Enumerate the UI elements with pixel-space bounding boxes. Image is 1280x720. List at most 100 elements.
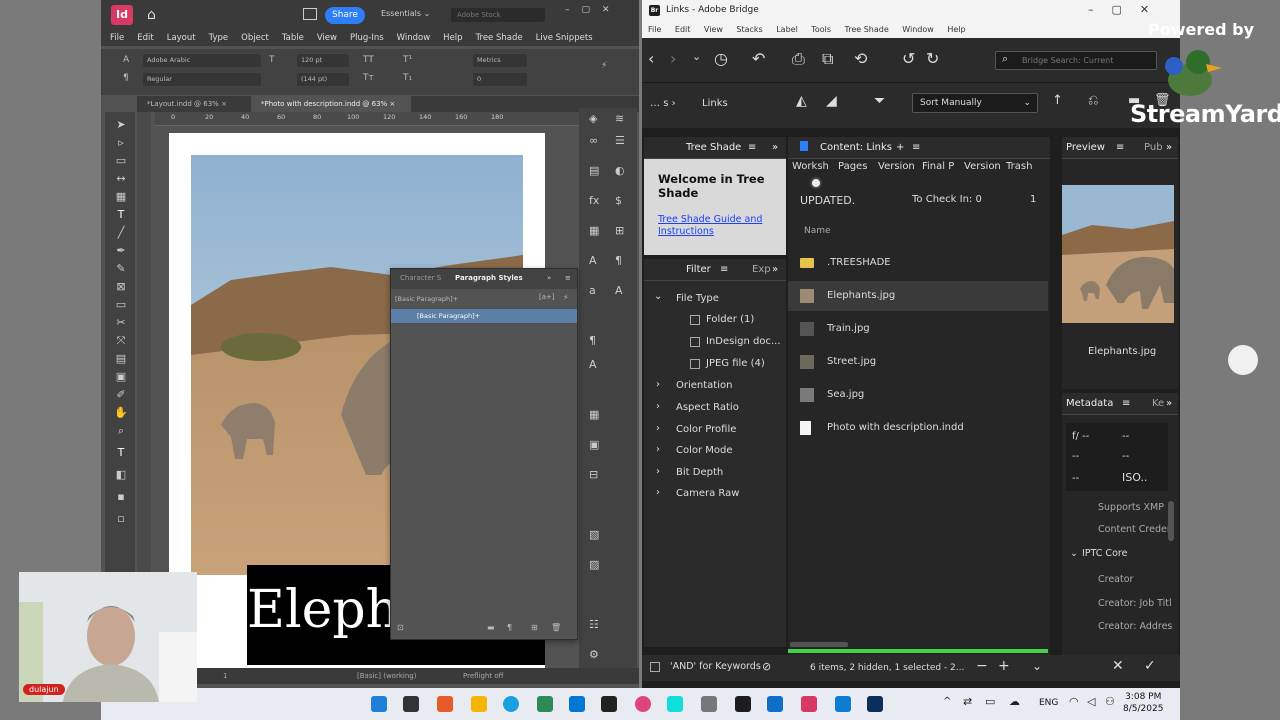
chevron-down-icon[interactable]: ⌄: [1032, 659, 1042, 673]
panel-menu-icon[interactable]: ≡: [1122, 398, 1130, 409]
rating-filter-icon[interactable]: ◢: [826, 93, 837, 109]
jpeg-checkbox[interactable]: [690, 359, 700, 369]
panel-menu-icon[interactable]: ≡: [748, 142, 756, 153]
tab-keywords[interactable]: Ke: [1152, 398, 1164, 409]
panel-menu-icon[interactable]: ≡: [912, 142, 920, 153]
type-tool-icon[interactable]: T: [114, 208, 128, 221]
start-icon[interactable]: [371, 696, 387, 712]
metadata-item[interactable]: Creator: Addres: [1098, 621, 1172, 632]
chevron-down-icon[interactable]: ⌄: [692, 50, 701, 63]
list-item[interactable]: Photo with description.indd: [788, 413, 1048, 443]
and-keywords-checkbox[interactable]: [650, 662, 660, 672]
filter-orientation[interactable]: Orientation: [676, 380, 732, 391]
pencil-tool-icon[interactable]: ✎: [114, 262, 128, 275]
color-profile-toggle[interactable]: ›: [656, 423, 660, 434]
refresh-icon[interactable]: ⟲: [854, 49, 867, 68]
expand-icon[interactable]: »: [1166, 142, 1172, 153]
volume-icon[interactable]: ◁: [1087, 695, 1095, 708]
recent-icon[interactable]: ◷: [714, 49, 728, 68]
kerning-field[interactable]: Metrics: [473, 54, 527, 67]
swatches-panel-icon[interactable]: ▤: [589, 164, 599, 177]
collapse-icon[interactable]: »: [547, 274, 551, 282]
power-icon[interactable]: ⚇: [1105, 695, 1115, 708]
preflight-status[interactable]: Preflight off: [463, 668, 503, 684]
file-explorer-icon[interactable]: [471, 696, 487, 712]
camera-raw-toggle[interactable]: ›: [656, 487, 660, 498]
orientation-toggle[interactable]: ›: [656, 379, 660, 390]
new-folder-icon[interactable]: ▬: [487, 623, 495, 632]
metadata-section-iptc[interactable]: IPTC Core: [1082, 548, 1127, 559]
color-panel-icon[interactable]: ◐: [615, 164, 625, 177]
menu-object[interactable]: Object: [241, 30, 269, 46]
tab-version[interactable]: Version: [878, 161, 915, 172]
filter-color-mode[interactable]: Color Mode: [676, 445, 733, 456]
text-wrap-icon[interactable]: ▦: [589, 224, 599, 237]
info-panel-icon[interactable]: ▨: [589, 558, 599, 571]
metadata-item[interactable]: Supports XMP: [1098, 502, 1164, 513]
folder-checkbox[interactable]: [690, 315, 700, 325]
selection-tool-icon[interactable]: ➤: [114, 118, 128, 131]
tab-workshop[interactable]: Worksh: [792, 161, 829, 172]
menu-edit[interactable]: Edit: [675, 25, 691, 34]
window-controls[interactable]: –▢✕: [565, 5, 622, 15]
return-icon[interactable]: ↶: [752, 49, 765, 68]
battery-icon[interactable]: ▭: [985, 695, 995, 708]
pages-panel-icon[interactable]: ◈: [589, 112, 597, 125]
tab-preview[interactable]: Preview: [1066, 142, 1105, 153]
transfer-icon[interactable]: ⇄: [963, 695, 972, 708]
menu-live-snippets[interactable]: Live Snippets: [536, 30, 593, 46]
cloud-icon[interactable]: ☁: [1009, 695, 1020, 708]
tree-shade-guide-link[interactable]: Tree Shade Guide and Instructions: [658, 214, 778, 238]
settings-icon[interactable]: [701, 696, 717, 712]
layers-panel-icon[interactable]: ≋: [615, 112, 624, 125]
indesign-doc-checkbox[interactable]: [690, 337, 700, 347]
outlook-icon[interactable]: [569, 696, 585, 712]
metadata-item[interactable]: Creator: Job Titl: [1098, 598, 1172, 609]
page-number[interactable]: 1: [223, 668, 227, 684]
paragraph-panel-icon[interactable]: ¶: [589, 334, 596, 347]
store-icon[interactable]: [537, 696, 553, 712]
rotate-right-icon[interactable]: ↻: [926, 49, 939, 68]
horizontal-scrollbar[interactable]: [790, 642, 848, 647]
bridge-taskbar-icon[interactable]: [735, 696, 751, 712]
delete-style-icon[interactable]: 🗑: [551, 623, 561, 632]
forward-icon[interactable]: ›: [670, 49, 676, 68]
links-panel-icon[interactable]: ∞: [589, 134, 598, 147]
filter-color-profile[interactable]: Color Profile: [676, 424, 736, 435]
bridge-search-input[interactable]: Bridge Search: Current: [995, 51, 1157, 70]
menu-plugins[interactable]: Plug-Ins: [350, 30, 384, 46]
close-icon[interactable]: ✕: [1112, 658, 1124, 674]
cc-libraries-icon[interactable]: $: [615, 194, 622, 207]
tab-photo-with-description[interactable]: *Photo with description.indd @ 63% ×: [251, 96, 411, 112]
tab-pages[interactable]: Pages: [838, 161, 867, 172]
iptc-core-toggle[interactable]: ⌄: [1070, 548, 1078, 559]
align-panel-icon[interactable]: ⊞: [615, 224, 624, 237]
create-style-icon[interactable]: ⊞: [531, 623, 538, 632]
list-item-selected[interactable]: Elephants.jpg: [788, 281, 1048, 311]
filter-items-icon[interactable]: ⏷: [874, 93, 885, 109]
small-caps-icon[interactable]: Tт: [363, 73, 374, 83]
style-group-icon[interactable]: ⊡: [397, 623, 404, 632]
window-controls[interactable]: –▢✕: [1088, 3, 1167, 16]
tab-export[interactable]: Exp: [752, 264, 771, 275]
zoom-out-icon[interactable]: −: [976, 658, 988, 674]
tab-version-2[interactable]: Version: [964, 161, 1001, 172]
photoshop-icon[interactable]: [867, 696, 883, 712]
wifi-icon[interactable]: ◠: [1069, 695, 1079, 708]
rectangle-tool-icon[interactable]: ▭: [114, 298, 128, 311]
all-caps-icon[interactable]: TT: [363, 55, 374, 65]
edge-icon[interactable]: [503, 696, 519, 712]
character-icon[interactable]: A: [615, 284, 623, 297]
gradient-tool-icon[interactable]: ▤: [114, 352, 128, 365]
expand-icon[interactable]: »: [772, 264, 778, 275]
task-view-icon[interactable]: [403, 696, 419, 712]
tab-paragraph-styles[interactable]: Paragraph Styles: [455, 274, 523, 282]
rotate-left-icon[interactable]: ↺: [902, 49, 915, 68]
terminal-icon[interactable]: [601, 696, 617, 712]
home-icon[interactable]: ⌂: [147, 7, 156, 23]
zoom-in-icon[interactable]: +: [998, 658, 1010, 674]
filter-camera-raw[interactable]: Camera Raw: [676, 488, 739, 499]
workspace-switcher[interactable]: Essentials ⌄: [381, 9, 430, 18]
gradient-panel-icon[interactable]: ▧: [589, 528, 599, 541]
menu-help[interactable]: Help: [443, 30, 462, 46]
